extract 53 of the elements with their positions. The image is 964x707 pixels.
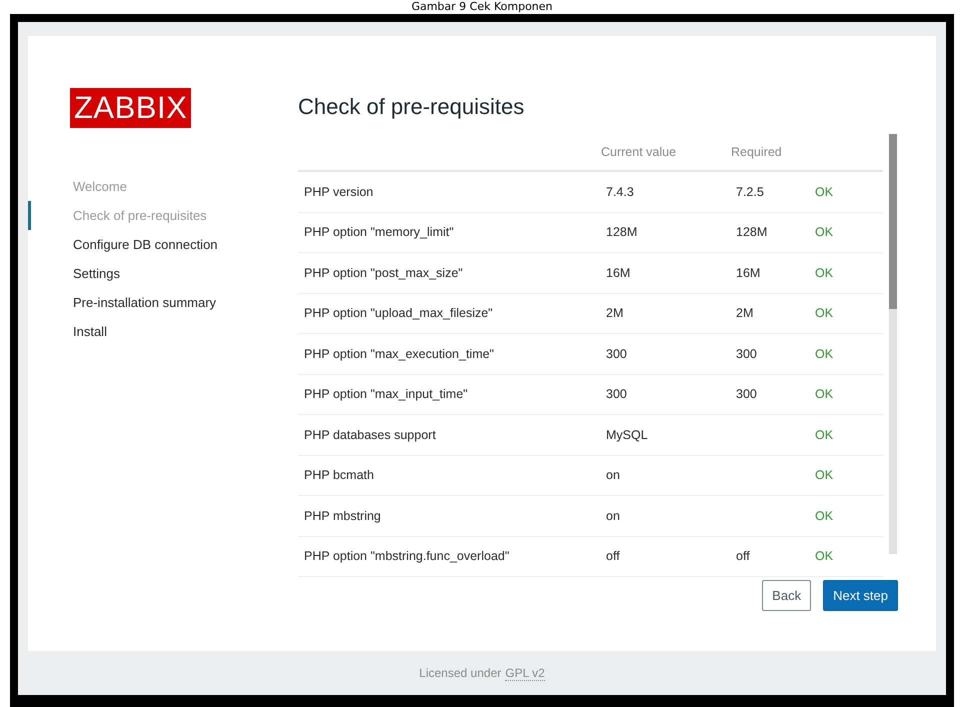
table-cell: 300 [600,334,730,374]
back-button[interactable]: Back [762,580,812,611]
step-item: Check of pre-requisites [28,201,298,230]
table-cell: PHP option "memory_limit" [298,212,600,252]
license-link[interactable]: GPL v2 [505,666,545,680]
table-cell: 300 [730,334,814,374]
table-cell: 2M [730,293,814,334]
table-cell: 128M [600,212,730,252]
table-cell: 2M [600,293,730,334]
table-cell: 16M [730,252,814,293]
table-cell: PHP version [298,171,600,212]
table-cell: 16M [600,252,730,293]
column-header: Current value [601,145,676,159]
status-cell: OK [814,414,883,455]
table-cell: off [600,536,730,576]
status-cell: OK [814,455,883,496]
status-cell: OK [814,374,883,414]
step-item: Configure DB connection [72,236,219,254]
step-item: Settings [72,265,121,283]
table-cell: PHP option "post_max_size" [298,252,600,293]
status-cell: OK [814,536,883,576]
step-item: Welcome [72,178,128,196]
table-cell: on [600,496,730,536]
table-cell: MySQL [600,414,730,455]
table-cell: PHP option "max_execution_time" [298,334,600,374]
table-cell: 300 [600,374,730,414]
status-cell: OK [814,212,883,252]
table-cell: 300 [730,374,814,414]
status-cell: OK [814,496,883,536]
status-cell: OK [814,171,883,212]
table-cell: PHP option "max_input_time" [298,374,600,414]
table-cell: PHP option "upload_max_filesize" [298,293,600,334]
page-title: Check of pre-requisites [298,94,524,120]
table-cell: PHP option "mbstring.func_overload" [298,536,600,576]
table-cell: 7.4.3 [600,171,730,212]
step-item: Pre-installation summary [72,294,218,312]
scrollbar[interactable] [889,134,897,554]
column-header: Required [731,145,782,159]
next-button[interactable]: Next step [823,580,898,611]
table-cell: on [600,455,730,496]
table-cell: PHP bcmath [298,455,600,496]
figure-caption: Gambar 9 Cek Komponen [411,0,553,14]
table-cell: 7.2.5 [730,171,814,212]
status-cell: OK [814,252,883,293]
table-cell: PHP mbstring [298,496,600,536]
table-cell: 128M [730,212,814,252]
status-cell: OK [814,334,883,374]
logo: ZABBIX [70,88,192,128]
step-item: Install [72,323,108,341]
table-cell: PHP databases support [298,414,600,455]
table-cell: off [730,536,814,576]
status-cell: OK [814,293,883,334]
license-text: Licensed under [419,666,502,680]
